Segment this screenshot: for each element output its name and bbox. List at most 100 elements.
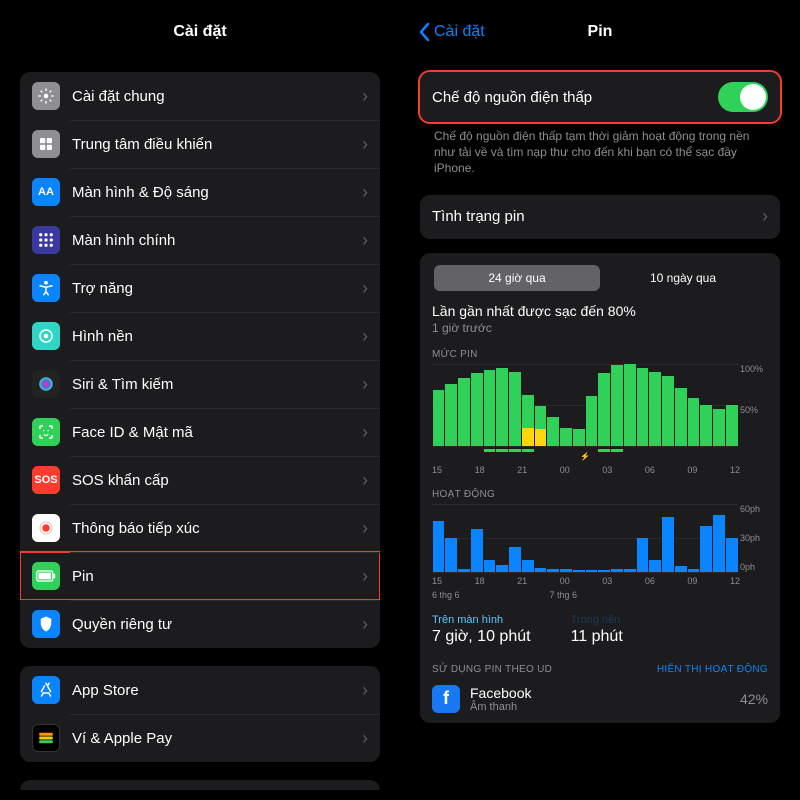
level-bar [496,368,508,446]
level-bar [445,384,457,446]
battery-health-group: Tình trạng pin › [420,195,780,239]
battery-content[interactable]: Chế độ nguồn điện thấp Chế độ nguồn điện… [410,54,790,790]
activity-bar [688,569,700,571]
settings-row-display[interactable]: AAMàn hình & Độ sáng› [20,168,380,216]
settings-row-wallpaper[interactable]: Hình nền› [20,312,380,360]
segment-10d[interactable]: 10 ngày qua [600,265,766,291]
level-bar [726,405,738,446]
settings-row-siri[interactable]: Siri & Tìm kiếm› [20,360,380,408]
settings-row-general[interactable]: Cài đặt chung› [20,72,380,120]
level-bar [598,373,610,445]
activity-bar [598,570,610,571]
battery-icon [32,562,60,590]
settings-group: Mật khẩu›Mail› [20,780,380,790]
nav-bar: Cài đặt [10,10,390,54]
settings-row-wallet[interactable]: Ví & Apple Pay› [20,714,380,762]
activity-bar [700,526,712,571]
row-label: Ví & Apple Pay [72,730,362,747]
activity-bar [509,547,521,572]
settings-row-accessibility[interactable]: Trợ năng› [20,264,380,312]
nav-bar: Cài đặt Pin [410,10,790,54]
chevron-right-icon: › [362,134,368,155]
activity-bar [649,560,661,571]
row-label: Thông báo tiếp xúc [72,520,362,537]
battery-screen: Cài đặt Pin Chế độ nguồn điện thấp Chế đ… [410,10,790,790]
activity-bar [624,569,636,571]
settings-row-home-screen[interactable]: Màn hình chính› [20,216,380,264]
accessibility-icon [32,274,60,302]
low-power-group: Chế độ nguồn điện thấp [420,72,780,122]
activity-bar [522,560,534,571]
activity-bar [458,569,470,571]
back-button[interactable]: Cài đặt [418,22,485,42]
activity-bar [496,565,508,572]
chevron-right-icon: › [362,728,368,749]
settings-row-control-center[interactable]: Trung tâm điều khiển› [20,120,380,168]
level-bar [471,373,483,445]
app-icon: f [432,685,460,713]
control-center-icon [32,130,60,158]
wallet-icon [32,724,60,752]
level-bar [573,429,585,445]
row-label: Màn hình chính [72,232,362,249]
settings-group: Cài đặt chung›Trung tâm điều khiển›AAMàn… [20,72,380,648]
activity-bar [471,529,483,572]
row-label: Trợ năng [72,280,362,297]
last-charge-sub: 1 giờ trước [432,321,768,335]
row-label: Hình nền [72,328,362,345]
level-bar [560,428,572,446]
app-name: Facebook [470,685,740,701]
exposure-icon [32,514,60,542]
settings-row-faceid[interactable]: Face ID & Mật mã› [20,408,380,456]
settings-screen: Cài đặt Cài đặt chung›Trung tâm điều khi… [10,10,390,790]
level-bar [509,372,521,446]
back-label: Cài đặt [434,23,485,41]
privacy-icon [32,610,60,638]
activity-bar [586,570,598,571]
nav-title: Cài đặt [173,23,226,41]
chevron-right-icon: › [362,182,368,203]
low-power-row[interactable]: Chế độ nguồn điện thấp [420,72,780,122]
level-bar [662,376,674,446]
level-bar [547,417,559,446]
per-app-toggle[interactable]: HIỂN THỊ HOẠT ĐỘNG [657,664,768,675]
activity-section-label: HOẠT ĐỘNG [432,489,768,500]
battery-usage-card: 24 giờ qua 10 ngày qua Lần gần nhất được… [420,253,780,723]
activity-bar [547,569,559,571]
settings-row-passwords[interactable]: Mật khẩu› [20,780,380,790]
level-bar [700,405,712,446]
settings-row-appstore[interactable]: App Store› [20,666,380,714]
chevron-right-icon: › [362,566,368,587]
low-power-toggle[interactable] [718,82,768,112]
y-axis-level: 100% 50% [740,364,770,446]
usage-summary: Trên màn hình 7 giờ, 10 phút Trong nền 1… [432,614,768,646]
chevron-right-icon: › [362,230,368,251]
appstore-icon [32,676,60,704]
row-label: Trung tâm điều khiển [72,136,362,153]
row-label: SOS khẩn cấp [72,472,362,489]
settings-row-sos[interactable]: SOSSOS khẩn cấp› [20,456,380,504]
row-label: Face ID & Mật mã [72,424,362,441]
settings-content[interactable]: Cài đặt chung›Trung tâm điều khiển›AAMàn… [10,54,390,790]
activity-bar [726,538,738,572]
charging-indicator [432,449,768,452]
segment-24h[interactable]: 24 giờ qua [434,265,600,291]
settings-row-exposure[interactable]: Thông báo tiếp xúc› [20,504,380,552]
activity-chart: 60ph 30ph 0ph [432,504,768,572]
x-axis-activity: 1518210003060912 [432,576,768,586]
wallpaper-icon [32,322,60,350]
battery-health-row[interactable]: Tình trạng pin › [420,195,780,239]
app-row[interactable]: fFacebookÂm thanh42% [432,685,768,719]
settings-row-battery[interactable]: Pin› [20,552,380,600]
chevron-right-icon: › [362,374,368,395]
per-app-title: SỬ DỤNG PIN THEO UD [432,664,552,675]
activity-bar [445,538,457,572]
y-axis-activity: 60ph 30ph 0ph [740,504,770,572]
settings-row-privacy[interactable]: Quyền riêng tư› [20,600,380,648]
level-bar [713,409,725,446]
display-icon: AA [32,178,60,206]
level-bar [433,390,445,446]
level-bar [675,388,687,445]
battery-health-label: Tình trạng pin [432,208,762,225]
chevron-right-icon: › [362,326,368,347]
